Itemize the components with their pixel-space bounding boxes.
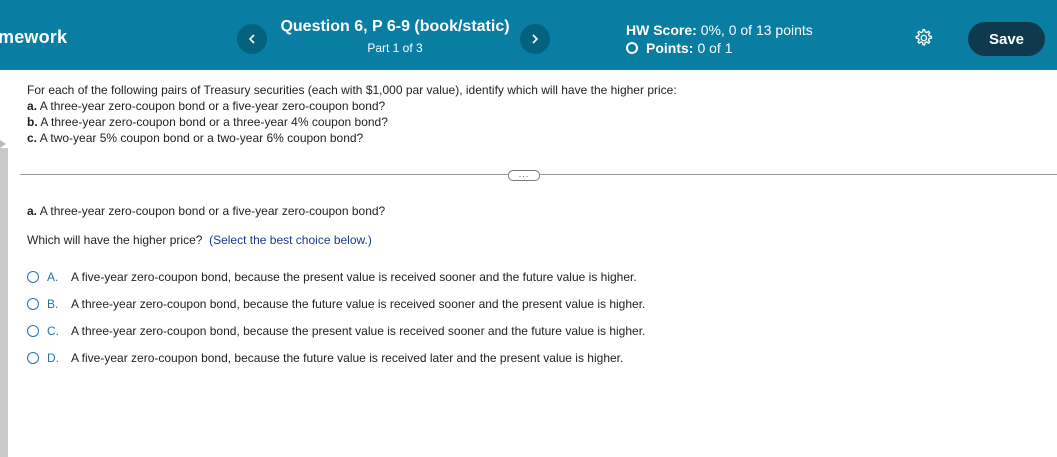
gear-icon[interactable] — [913, 28, 933, 48]
radio-icon[interactable] — [27, 271, 39, 283]
problem-item-text: A two-year 5% coupon bond or a two-year … — [39, 131, 364, 145]
choice-text: A three-year zero-coupon bond, because t… — [71, 324, 646, 338]
choice-d[interactable]: D. A five-year zero-coupon bond, because… — [27, 351, 623, 365]
chevron-right-icon — [532, 34, 539, 44]
part-question-label: a. — [27, 204, 38, 218]
radio-icon[interactable] — [27, 352, 39, 364]
points-value: 0 of 1 — [697, 40, 733, 56]
hw-score-value: 0%, 0 of 13 points — [700, 22, 813, 38]
app-title: mework — [0, 27, 68, 47]
hw-score-label: HW Score: — [626, 22, 697, 38]
left-scrollbar[interactable] — [0, 148, 8, 457]
part-question-text: A three-year zero-coupon bond or a five-… — [39, 204, 386, 218]
choice-letter: B. — [47, 297, 59, 311]
choice-c[interactable]: C. A three-year zero-coupon bond, becaus… — [27, 324, 645, 338]
problem-item: b. A three-year zero-coupon bond or a th… — [27, 114, 1037, 130]
problem-item-label: c. — [27, 131, 38, 145]
problem-statement: For each of the following pairs of Treas… — [27, 82, 1037, 146]
problem-item-label: a. — [27, 99, 38, 113]
prompt-hint: (Select the best choice below.) — [209, 233, 372, 247]
previous-question-button[interactable] — [237, 24, 267, 54]
choice-letter: D. — [47, 351, 59, 365]
problem-item-label: b. — [27, 115, 38, 129]
scrollbar-arrow[interactable] — [0, 140, 6, 148]
save-button[interactable]: Save — [968, 22, 1045, 56]
problem-item: a. A three-year zero-coupon bond or a fi… — [27, 98, 1037, 114]
choice-text: A five-year zero-coupon bond, because th… — [71, 351, 624, 365]
next-question-button[interactable] — [520, 24, 550, 54]
problem-item-text: A three-year zero-coupon bond or a five-… — [39, 99, 386, 113]
question-prompt: Which will have the higher price? (Selec… — [27, 233, 372, 247]
choice-text: A three-year zero-coupon bond, because t… — [71, 297, 646, 311]
choice-letter: C. — [47, 324, 59, 338]
expand-more-button[interactable]: ... — [508, 168, 540, 181]
radio-icon[interactable] — [27, 298, 39, 310]
problem-item-text: A three-year zero-coupon bond or a three… — [40, 115, 388, 129]
points: Points: 0 of 1 — [626, 40, 732, 56]
choice-b[interactable]: B. A three-year zero-coupon bond, becaus… — [27, 297, 645, 311]
ellipsis-icon: ... — [518, 168, 530, 179]
choice-letter: A. — [47, 270, 59, 284]
top-bar: mework Question 6, P 6-9 (book/static) P… — [0, 0, 1057, 70]
points-label: Points: — [646, 40, 694, 56]
prompt-text: Which will have the higher price? — [27, 233, 203, 247]
choice-a[interactable]: A. A five-year zero-coupon bond, because… — [27, 270, 637, 284]
problem-intro: For each of the following pairs of Treas… — [27, 83, 677, 97]
question-title: Question 6, P 6-9 (book/static) — [280, 18, 510, 35]
chevron-left-icon — [248, 34, 255, 44]
problem-item: c. A two-year 5% coupon bond or a two-ye… — [27, 130, 1037, 146]
part-question: a. A three-year zero-coupon bond or a fi… — [27, 204, 385, 218]
question-part: Part 1 of 3 — [367, 41, 423, 55]
choice-text: A five-year zero-coupon bond, because th… — [71, 270, 637, 284]
hw-score: HW Score: 0%, 0 of 13 points — [626, 22, 813, 38]
points-status-icon — [626, 42, 638, 54]
radio-icon[interactable] — [27, 325, 39, 337]
